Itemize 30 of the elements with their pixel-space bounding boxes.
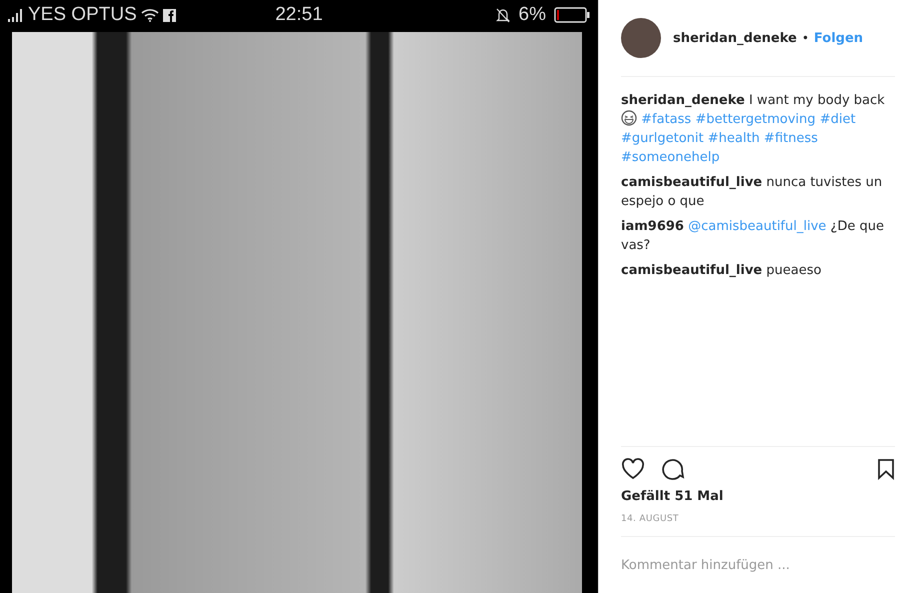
comment: iam9696 @camisbeautiful_live ¿De que vas?	[621, 218, 885, 255]
caption: sheridan_deneke I want my body back #fatass #bettergetmoving #diet #gurlgetonit #health #fitness #someonehelp	[621, 92, 886, 167]
laughing-face-icon	[621, 110, 637, 126]
facebook-icon	[162, 8, 176, 22]
hashtag-link[interactable]: #fatass	[641, 112, 692, 127]
hashtag-link[interactable]: #bettergetmoving	[695, 112, 816, 127]
muted-bell-icon	[494, 7, 511, 23]
separator-dot: •	[802, 31, 809, 45]
hashtag-link[interactable]: #someonehelp	[621, 150, 720, 165]
battery-icon	[554, 7, 590, 23]
wifi-icon	[140, 8, 159, 22]
hashtag-link[interactable]: #diet	[820, 112, 856, 127]
hashtag-link[interactable]: #gurlgetonit	[621, 131, 704, 146]
hashtag-link[interactable]: #health	[708, 131, 760, 146]
hashtag-link[interactable]: #fitness	[764, 131, 818, 146]
mention-link[interactable]: @camisbeautiful_live	[688, 219, 826, 234]
battery-percent: 6%	[518, 4, 546, 26]
like-heart-icon[interactable]	[621, 458, 645, 480]
comment: camisbeautiful_live pueaeso	[621, 262, 822, 280]
avatar[interactable]	[621, 18, 661, 58]
comment-bubble-icon[interactable]	[661, 457, 685, 481]
username[interactable]: sheridan_deneke	[673, 30, 797, 46]
status-time: 22:51	[275, 4, 323, 25]
carrier-name: YES OPTUS	[28, 4, 137, 26]
follow-link[interactable]: Folgen	[814, 30, 864, 46]
likes-count[interactable]: Gefällt 51 Mal	[621, 489, 895, 504]
bookmark-icon[interactable]	[877, 458, 895, 480]
signal-icon	[8, 8, 24, 22]
post-date: 14. AUGUST	[621, 514, 680, 524]
comment: camisbeautiful_live nunca tuvistes un espejo o que	[621, 174, 884, 211]
